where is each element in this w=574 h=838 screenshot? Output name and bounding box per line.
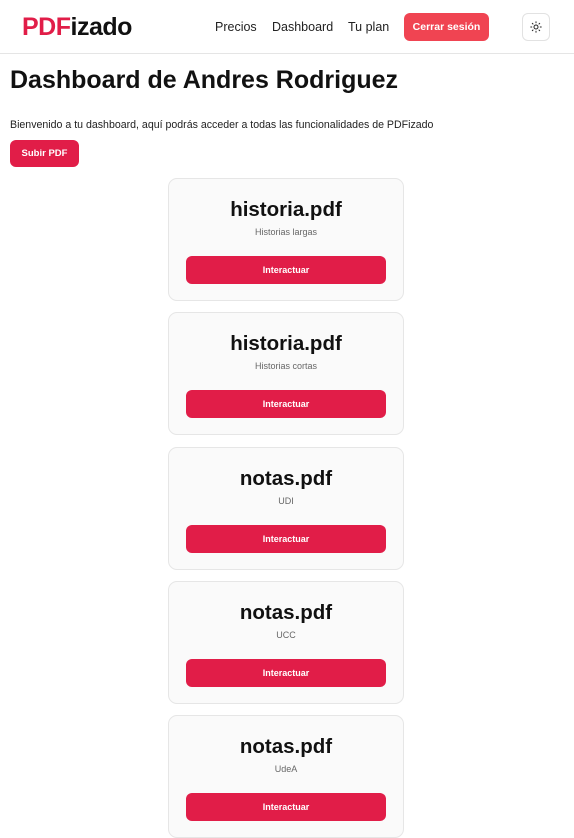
nav-link-dashboard[interactable]: Dashboard [272,19,333,35]
sun-icon [530,21,542,33]
document-card: notas.pdf UCC Interactuar [168,581,404,704]
interact-button[interactable]: Interactuar [186,525,386,553]
logo-rest: izado [70,13,133,41]
nav-link-tu-plan[interactable]: Tu plan [348,19,389,35]
logout-button[interactable]: Cerrar sesión [404,13,489,41]
document-title: notas.pdf [239,735,333,758]
page-title: Dashboard de Andres Rodriguez [10,66,399,94]
document-description: Historias largas [254,227,318,237]
document-card: notas.pdf UDI Interactuar [168,447,404,570]
document-title: notas.pdf [239,601,333,624]
logo[interactable]: PDFizado [22,12,132,42]
theme-toggle-button[interactable] [522,13,550,41]
document-description: UCC [276,630,296,640]
document-title: historia.pdf [230,198,342,221]
document-title: historia.pdf [230,332,342,355]
document-description: UDI [278,496,294,506]
upload-pdf-button[interactable]: Subir PDF [10,140,79,167]
nav-link-precios[interactable]: Precios [215,19,257,35]
document-description: UdeA [274,764,298,774]
welcome-text: Bienvenido a tu dashboard, aquí podrás a… [10,119,434,131]
document-description: Historias cortas [254,361,317,371]
interact-button[interactable]: Interactuar [186,256,386,284]
interact-button[interactable]: Interactuar [186,659,386,687]
navbar: PDFizado Precios Dashboard Tu plan Cerra… [0,0,574,54]
logo-accent: PDF [22,13,71,41]
interact-button[interactable]: Interactuar [186,793,386,821]
document-card: historia.pdf Historias largas Interactua… [168,178,404,301]
document-title: notas.pdf [239,467,333,490]
document-card: notas.pdf UdeA Interactuar [168,715,404,838]
interact-button[interactable]: Interactuar [186,390,386,418]
document-card: historia.pdf Historias cortas Interactua… [168,312,404,435]
